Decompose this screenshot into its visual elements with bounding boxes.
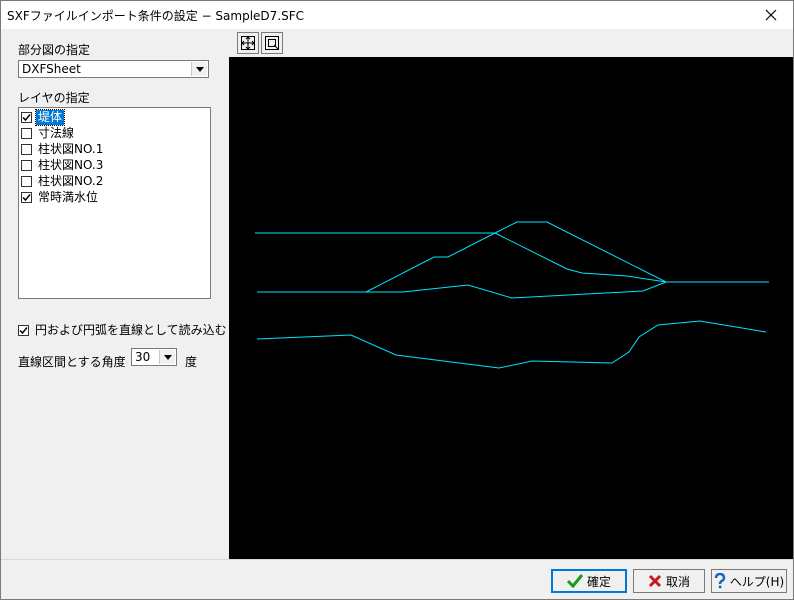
zoom-window-button[interactable] <box>261 32 283 54</box>
viewer-toolbar <box>229 29 793 57</box>
layer-label: 堤体 <box>34 108 66 126</box>
layer-item[interactable]: 柱状図NO.2 <box>21 173 105 189</box>
angle-unit: 度 <box>185 355 198 369</box>
layer-item[interactable]: 柱状図NO.3 <box>21 157 105 173</box>
close-icon <box>765 9 777 21</box>
title-bar: SXFファイルインポート条件の設定 − SampleD7.SFC <box>1 1 793 29</box>
layer-checkbox[interactable] <box>21 191 32 203</box>
layer-checkbox[interactable] <box>21 111 32 123</box>
layer-checkbox[interactable] <box>21 175 32 187</box>
layer-checkbox[interactable] <box>21 127 32 139</box>
angle-select[interactable]: 30 <box>131 348 177 366</box>
ground-profile <box>256 320 767 369</box>
drawing-preview[interactable] <box>229 57 793 559</box>
chevron-down-icon[interactable] <box>159 350 175 364</box>
layer-item[interactable]: 常時満水位 <box>21 189 100 205</box>
checkmark-icon <box>22 113 31 121</box>
layer-list[interactable]: 堤体 寸法線 柱状図NO.1 柱状図NO.3 柱状図NO.2 常時満水位 <box>18 107 211 299</box>
window-title: SXFファイルインポート条件の設定 − SampleD7.SFC <box>7 8 305 23</box>
arc-option-checkbox-row[interactable]: 円および円弧を直線として読み込む <box>18 322 229 338</box>
cancel-button[interactable]: 取消 <box>633 569 705 593</box>
checkmark-icon <box>566 574 583 588</box>
cancel-button-label: 取消 <box>665 574 690 589</box>
arc-option-checkbox[interactable] <box>18 324 29 336</box>
checkmark-icon <box>19 326 28 334</box>
embankment-inner <box>494 232 667 283</box>
foundation-line <box>257 281 667 299</box>
partial-view-select[interactable]: DXFSheet <box>18 60 209 78</box>
settings-panel: 部分図の指定 DXFSheet レイヤの指定 堤体 寸法線 柱状図NO.1 柱状… <box>1 29 227 559</box>
angle-label: 直線区間とする角度 <box>18 355 126 369</box>
zoom-fit-icon <box>241 36 255 50</box>
arc-option-label: 円および円弧を直線として読み込む <box>35 322 227 337</box>
ok-button[interactable]: 確定 <box>551 569 627 593</box>
layer-item[interactable]: 堤体 <box>21 108 66 126</box>
chevron-down-icon[interactable] <box>191 62 207 76</box>
layer-label: 寸法線 <box>38 125 75 140</box>
zoom-window-icon <box>265 36 279 50</box>
layer-label: 柱状図NO.1 <box>38 141 104 156</box>
layer-label: 柱状図NO.2 <box>38 173 104 188</box>
help-button[interactable]: ヘルプ(H) <box>711 569 787 593</box>
drawing-canvas <box>255 221 769 369</box>
zoom-fit-button[interactable] <box>237 32 259 54</box>
layer-checkbox[interactable] <box>21 159 32 171</box>
dialog-window: SXFファイルインポート条件の設定 − SampleD7.SFC 部分図の指定 … <box>0 0 794 600</box>
layer-checkbox[interactable] <box>21 143 32 155</box>
help-button-label: ヘルプ(H) <box>729 574 785 589</box>
layer-item[interactable]: 寸法線 <box>21 125 76 141</box>
layers-label: レイヤの指定 <box>18 91 90 105</box>
button-bar: 確定 取消 ヘルプ(H) <box>1 559 793 599</box>
ok-button-label: 確定 <box>586 574 611 589</box>
layer-label: 柱状図NO.3 <box>38 157 104 172</box>
layer-item[interactable]: 柱状図NO.1 <box>21 141 105 157</box>
help-icon <box>714 573 726 589</box>
layer-label: 常時満水位 <box>38 189 99 204</box>
partial-view-value: DXFSheet <box>22 62 81 76</box>
cancel-x-icon <box>648 574 662 588</box>
close-button[interactable] <box>749 1 793 29</box>
checkmark-icon <box>22 193 31 201</box>
angle-value: 30 <box>135 350 151 364</box>
partial-view-label: 部分図の指定 <box>18 43 91 57</box>
